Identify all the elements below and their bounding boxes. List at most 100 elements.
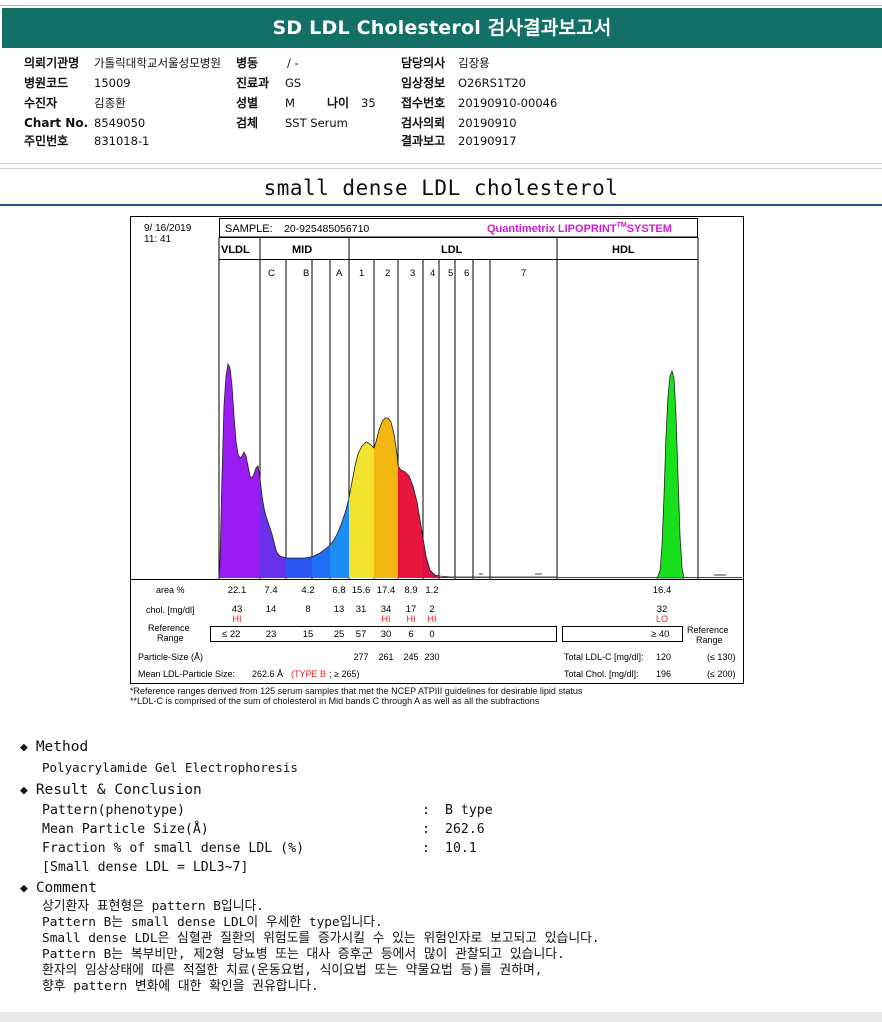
group-label-hdl: HDL xyxy=(612,244,635,256)
ref-value: 23 xyxy=(266,629,277,640)
ref-value: 30 xyxy=(381,629,392,640)
ldl2-area xyxy=(374,418,398,578)
examinee-value: 김종환 xyxy=(94,96,126,110)
flag-hi: HI xyxy=(428,614,437,624)
mean-size-label: Mean LDL-Particle Size: xyxy=(138,669,235,679)
comment-section: ◆ Comment xyxy=(20,879,97,898)
age-value: 35 xyxy=(361,96,376,110)
chol-value: 31 xyxy=(356,604,367,615)
band-label-A: A xyxy=(336,268,343,279)
diamond-icon: ◆ xyxy=(20,740,28,755)
report-paper: SD LDL Cholesterol 검사결과보고서 의뢰기관명 가톨릭대학교서… xyxy=(0,0,882,1012)
chart-notes: *Reference ranges derived from 125 serum… xyxy=(130,686,582,706)
result-section: ◆ Result & Conclusion xyxy=(20,781,202,800)
method-section: ◆ Method xyxy=(20,738,88,757)
hospital-code-label: 병원코드 xyxy=(24,76,69,90)
flag-hi: HI xyxy=(407,614,416,624)
result-heading: Result & Conclusion xyxy=(35,782,202,798)
ref-label-2: Range xyxy=(157,633,184,643)
total-chol-ref: (≤ 200) xyxy=(707,669,735,679)
clinical-info-value: O26RS1T20 xyxy=(458,76,526,90)
area-value: 1.2 xyxy=(425,585,438,596)
subtitle-underline xyxy=(0,204,882,206)
chol-label: chol. [mg/dl] xyxy=(146,605,195,615)
ref-label-1: Reference xyxy=(148,623,190,633)
result-row: Fraction % of small dense LDL (%) : 10.1 xyxy=(42,839,477,858)
ref-label-right-1: Reference xyxy=(687,625,729,635)
chart-time: 11: 41 xyxy=(144,234,171,245)
result-colon: : xyxy=(422,803,430,818)
report-date-value: 20190917 xyxy=(458,134,517,148)
area-value: 7.4 xyxy=(264,585,277,596)
request-date-label: 검사의뢰 xyxy=(401,116,446,130)
institution-value: 가톨릭대학교서울성모병원 xyxy=(94,56,221,70)
diamond-icon: ◆ xyxy=(20,783,28,798)
chol-value: 14 xyxy=(266,604,277,615)
ref-value: 57 xyxy=(356,629,367,640)
department-value: GS xyxy=(285,76,302,90)
particle-size: 230 xyxy=(424,652,439,662)
group-label-vldl: VLDL xyxy=(221,244,250,256)
band-label-B: B xyxy=(303,268,309,279)
band-label-6: 6 xyxy=(464,268,469,279)
method-heading: Method xyxy=(35,739,89,755)
total-ldl-label: Total LDL-C [mg/dl]: xyxy=(564,652,644,662)
area-value: 8.9 xyxy=(404,585,417,596)
result-label: Pattern(phenotype) xyxy=(42,803,185,818)
result-row: [Small dense LDL = LDL3~7] xyxy=(42,858,248,877)
brand-text: Quantimetrix LIPOPRINT xyxy=(487,223,617,235)
comment-line: Pattern B는 small dense LDL이 우세한 type입니다. xyxy=(42,915,383,930)
mean-size-value: 262.6 Å xyxy=(252,669,283,679)
brand-tm: TM xyxy=(617,222,627,229)
hospital-code-value: 15009 xyxy=(94,76,131,90)
group-label-mid: MID xyxy=(292,244,312,256)
result-value: 10.1 xyxy=(445,841,477,856)
result-colon: : xyxy=(422,841,430,856)
ref-value: ≤ 22 xyxy=(222,629,240,640)
report-title: SD LDL Cholesterol 검사결과보고서 xyxy=(2,8,882,48)
ref-value: ≥ 40 xyxy=(651,629,669,640)
ward-value: / - xyxy=(287,56,299,70)
total-ldl-ref: (≤ 130) xyxy=(707,652,735,662)
group-label-ldl: LDL xyxy=(441,244,463,256)
particle-size: 261 xyxy=(378,652,393,662)
lipoprint-chart: 9/ 16/2019 11: 41 SAMPLE: 20-92548505671… xyxy=(130,216,744,686)
band-label-1: 1 xyxy=(359,268,364,279)
receipt-no-value: 20190910-00046 xyxy=(458,96,558,110)
comment-heading: Comment xyxy=(35,880,97,896)
total-ldl-value: 120 xyxy=(656,652,671,662)
brand-suffix: SYSTEM xyxy=(627,223,672,235)
ref-value: 25 xyxy=(334,629,345,640)
particle-size: 277 xyxy=(353,652,368,662)
area-value: 22.1 xyxy=(228,585,247,596)
ref-value: 0 xyxy=(429,629,434,640)
comment-line: 환자의 임상상태에 따른 적절한 치료(운동요법, 식이요법 또는 약물요법 등… xyxy=(42,963,543,978)
institution-label: 의뢰기관명 xyxy=(24,56,80,70)
sex-label: 성별 xyxy=(236,96,259,110)
area-value: 15.6 xyxy=(352,585,371,596)
result-value: B type xyxy=(445,803,493,818)
report-date-label: 결과보고 xyxy=(401,134,446,148)
band-label-4: 4 xyxy=(430,268,435,279)
band-label-2: 2 xyxy=(385,268,390,279)
chol-value: 8 xyxy=(305,604,310,615)
divider xyxy=(0,168,882,169)
department-label: 진료과 xyxy=(236,76,270,90)
result-row: Mean Particle Size(Å) : 262.6 xyxy=(42,820,485,839)
clinical-info-label: 임상정보 xyxy=(401,76,446,90)
method-text: Polyacrylamide Gel Electrophoresis xyxy=(42,760,298,775)
receipt-no-label: 접수번호 xyxy=(401,96,446,110)
area-value: 6.8 xyxy=(332,585,345,596)
area-value: 4.2 xyxy=(301,585,314,596)
particle-label: Particle-Size (Å) xyxy=(138,652,203,662)
result-colon: : xyxy=(422,822,430,837)
ward-label: 병동 xyxy=(236,56,259,70)
sample-value: 20-925485056710 xyxy=(284,223,369,235)
specimen-value: SST Serum xyxy=(285,116,348,130)
chol-value: 13 xyxy=(334,604,345,615)
result-label: Mean Particle Size(Å) xyxy=(42,822,209,837)
flag-lo: LO xyxy=(656,614,668,624)
id-no-label: 주민번호 xyxy=(24,134,69,148)
mean-size-ref: ; ≥ 265) xyxy=(329,669,359,679)
result-label: [Small dense LDL = LDL3~7] xyxy=(42,860,249,875)
